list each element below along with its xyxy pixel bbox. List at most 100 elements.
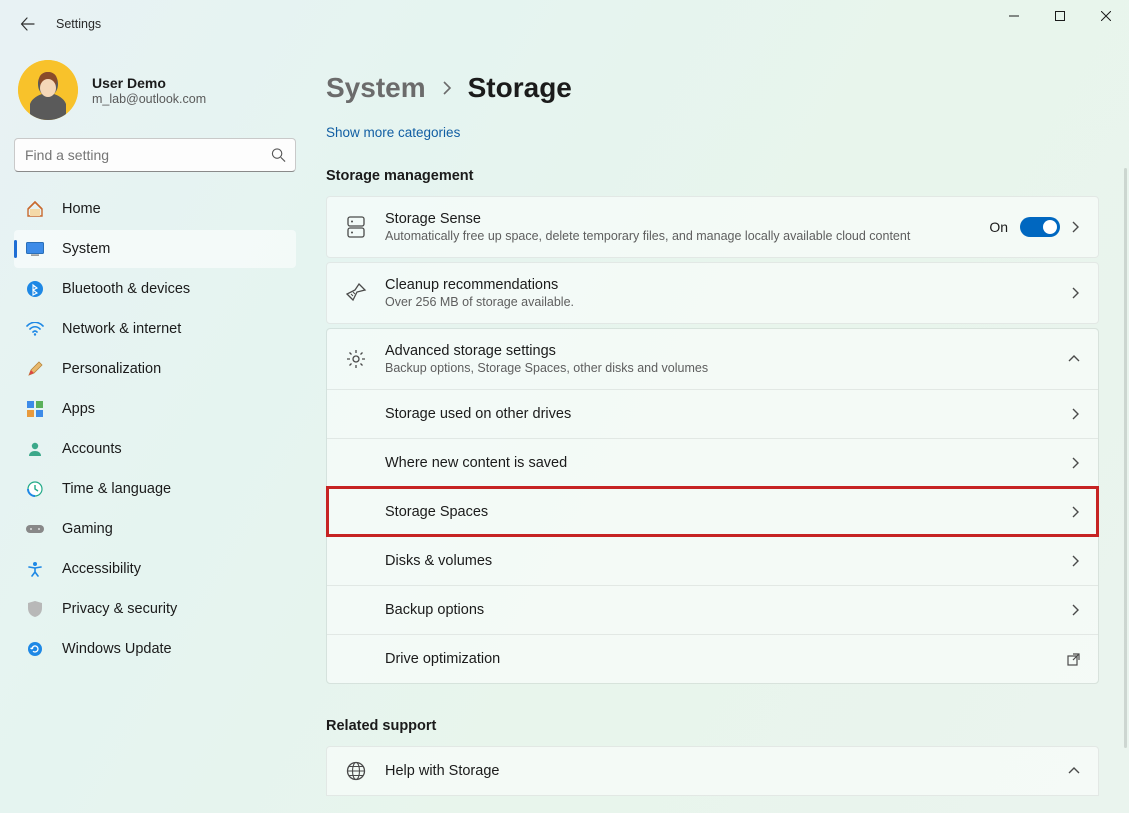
show-more-link[interactable]: Show more categories [326, 125, 460, 140]
nav-item-accessibility[interactable]: Accessibility [14, 550, 296, 588]
nav-item-update[interactable]: Windows Update [14, 630, 296, 668]
avatar [18, 60, 78, 120]
window-controls [991, 0, 1129, 32]
sub-item-label: Backup options [385, 602, 1054, 618]
window-title: Settings [56, 17, 101, 31]
breadcrumb-parent[interactable]: System [326, 72, 426, 104]
gear-icon [345, 349, 367, 369]
section-storage-management: Storage management [326, 168, 1099, 184]
chevron-up-icon [1068, 767, 1080, 775]
gamepad-icon [26, 523, 44, 535]
search-container [14, 138, 296, 172]
search-icon [271, 148, 286, 163]
sub-item-backup[interactable]: Backup options [327, 585, 1098, 634]
nav-label: System [62, 241, 110, 257]
profile-email: m_lab@outlook.com [92, 92, 206, 106]
chevron-right-icon [1072, 408, 1080, 420]
storage-icon [345, 216, 367, 238]
back-button[interactable] [18, 14, 38, 34]
card-title: Storage Sense [385, 211, 971, 227]
chevron-right-icon [1072, 506, 1080, 518]
advanced-group: Advanced storage settings Backup options… [326, 328, 1099, 684]
scrollbar[interactable] [1124, 168, 1127, 748]
search-input[interactable] [14, 138, 296, 172]
breadcrumb-current: Storage [468, 72, 572, 104]
sub-item-label: Storage used on other drives [385, 406, 1054, 422]
card-subtitle: Over 256 MB of storage available. [385, 295, 1054, 309]
card-storage-sense[interactable]: Storage Sense Automatically free up spac… [326, 196, 1099, 258]
wifi-icon [26, 322, 44, 336]
sub-item-disks-volumes[interactable]: Disks & volumes [327, 536, 1098, 585]
maximize-icon [1055, 11, 1065, 21]
sub-item-storage-spaces[interactable]: Storage Spaces [327, 487, 1098, 536]
nav-item-apps[interactable]: Apps [14, 390, 296, 428]
sub-item-label: Disks & volumes [385, 553, 1054, 569]
close-icon [1101, 11, 1111, 21]
nav-label: Windows Update [62, 641, 172, 657]
apps-icon [26, 401, 44, 417]
sub-item-where-saved[interactable]: Where new content is saved [327, 438, 1098, 487]
nav-label: Accounts [62, 441, 122, 457]
sub-item-label: Storage Spaces [385, 504, 1054, 520]
globe-icon [345, 761, 367, 781]
chevron-right-icon [1072, 555, 1080, 567]
card-subtitle: Automatically free up space, delete temp… [385, 229, 971, 243]
main-content: System Storage Show more categories Stor… [310, 48, 1129, 813]
title-bar: Settings [0, 0, 1129, 48]
nav-label: Apps [62, 401, 95, 417]
nav-item-time[interactable]: Time & language [14, 470, 296, 508]
card-title: Advanced storage settings [385, 343, 1050, 359]
nav-item-system[interactable]: System [14, 230, 296, 268]
breadcrumb: System Storage [326, 72, 1099, 104]
sub-item-label: Drive optimization [385, 651, 1049, 667]
system-icon [26, 242, 44, 256]
accessibility-icon [26, 561, 44, 577]
nav-item-privacy[interactable]: Privacy & security [14, 590, 296, 628]
nav-item-accounts[interactable]: Accounts [14, 430, 296, 468]
nav-item-personalization[interactable]: Personalization [14, 350, 296, 388]
broom-icon [345, 282, 367, 304]
card-help[interactable]: Help with Storage [326, 746, 1099, 796]
storage-sense-toggle[interactable] [1020, 217, 1060, 237]
nav-item-bluetooth[interactable]: Bluetooth & devices [14, 270, 296, 308]
sub-item-label: Where new content is saved [385, 455, 1054, 471]
card-title: Help with Storage [385, 763, 1050, 779]
bluetooth-icon [26, 281, 44, 297]
sub-item-other-drives[interactable]: Storage used on other drives [327, 389, 1098, 438]
close-button[interactable] [1083, 0, 1129, 32]
card-cleanup[interactable]: Cleanup recommendations Over 256 MB of s… [326, 262, 1099, 324]
nav-label: Privacy & security [62, 601, 177, 617]
shield-icon [26, 601, 44, 617]
profile-block[interactable]: User Demo m_lab@outlook.com [14, 56, 296, 138]
arrow-left-icon [20, 16, 36, 32]
sub-item-drive-optimization[interactable]: Drive optimization [327, 634, 1098, 683]
update-icon [26, 641, 44, 657]
chevron-up-icon [1068, 355, 1080, 363]
chevron-right-icon [1072, 604, 1080, 616]
nav-item-gaming[interactable]: Gaming [14, 510, 296, 548]
chevron-right-icon [1072, 221, 1080, 233]
nav-label: Home [62, 201, 101, 217]
profile-name: User Demo [92, 75, 206, 91]
chevron-right-icon [1072, 457, 1080, 469]
nav-item-home[interactable]: Home [14, 190, 296, 228]
maximize-button[interactable] [1037, 0, 1083, 32]
toggle-label: On [989, 219, 1008, 235]
home-icon [26, 200, 44, 218]
nav-label: Personalization [62, 361, 161, 377]
external-link-icon [1067, 653, 1080, 666]
nav-list: Home System Bluetooth & devices Network … [14, 190, 296, 668]
nav-item-network[interactable]: Network & internet [14, 310, 296, 348]
nav-label: Gaming [62, 521, 113, 537]
minimize-button[interactable] [991, 0, 1037, 32]
nav-label: Time & language [62, 481, 171, 497]
sidebar: User Demo m_lab@outlook.com Home System … [0, 48, 310, 813]
section-related-support: Related support [326, 718, 1099, 734]
person-icon [26, 441, 44, 457]
card-advanced[interactable]: Advanced storage settings Backup options… [327, 329, 1098, 389]
card-subtitle: Backup options, Storage Spaces, other di… [385, 361, 1050, 375]
nav-label: Network & internet [62, 321, 181, 337]
card-title: Cleanup recommendations [385, 277, 1054, 293]
chevron-right-icon [1072, 287, 1080, 299]
brush-icon [26, 360, 44, 378]
